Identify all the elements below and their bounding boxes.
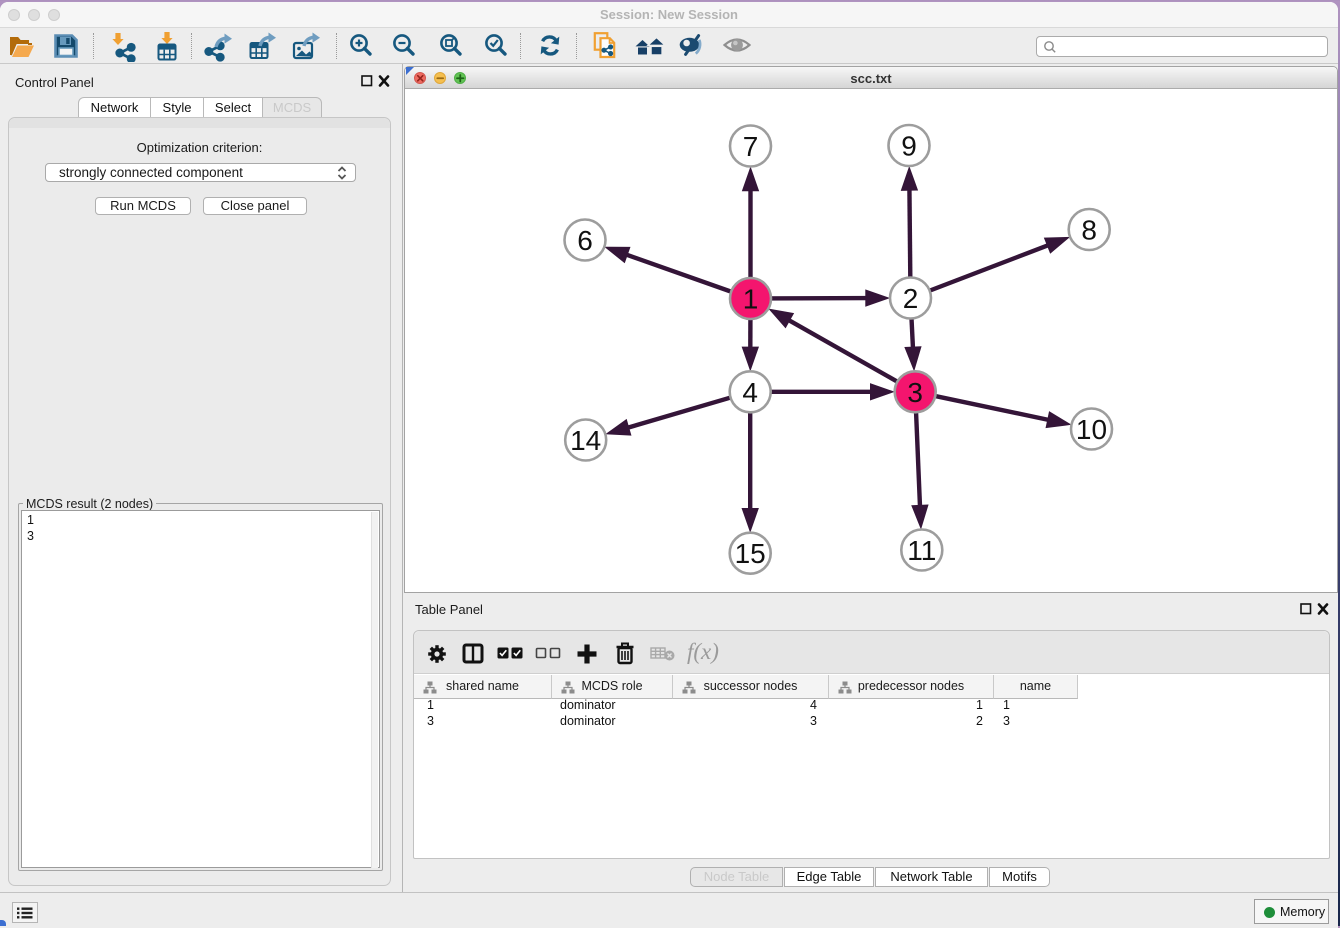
svg-text:11: 11 [907,535,936,566]
svg-text:14: 14 [570,425,601,456]
svg-text:9: 9 [901,131,917,162]
svg-text:4: 4 [742,377,758,408]
svg-text:6: 6 [577,225,593,256]
svg-text:15: 15 [735,538,766,569]
svg-text:8: 8 [1081,215,1097,246]
svg-text:3: 3 [907,377,923,408]
svg-text:1: 1 [743,284,759,315]
svg-text:2: 2 [903,283,919,314]
svg-text:7: 7 [743,131,759,162]
svg-text:10: 10 [1076,414,1107,445]
